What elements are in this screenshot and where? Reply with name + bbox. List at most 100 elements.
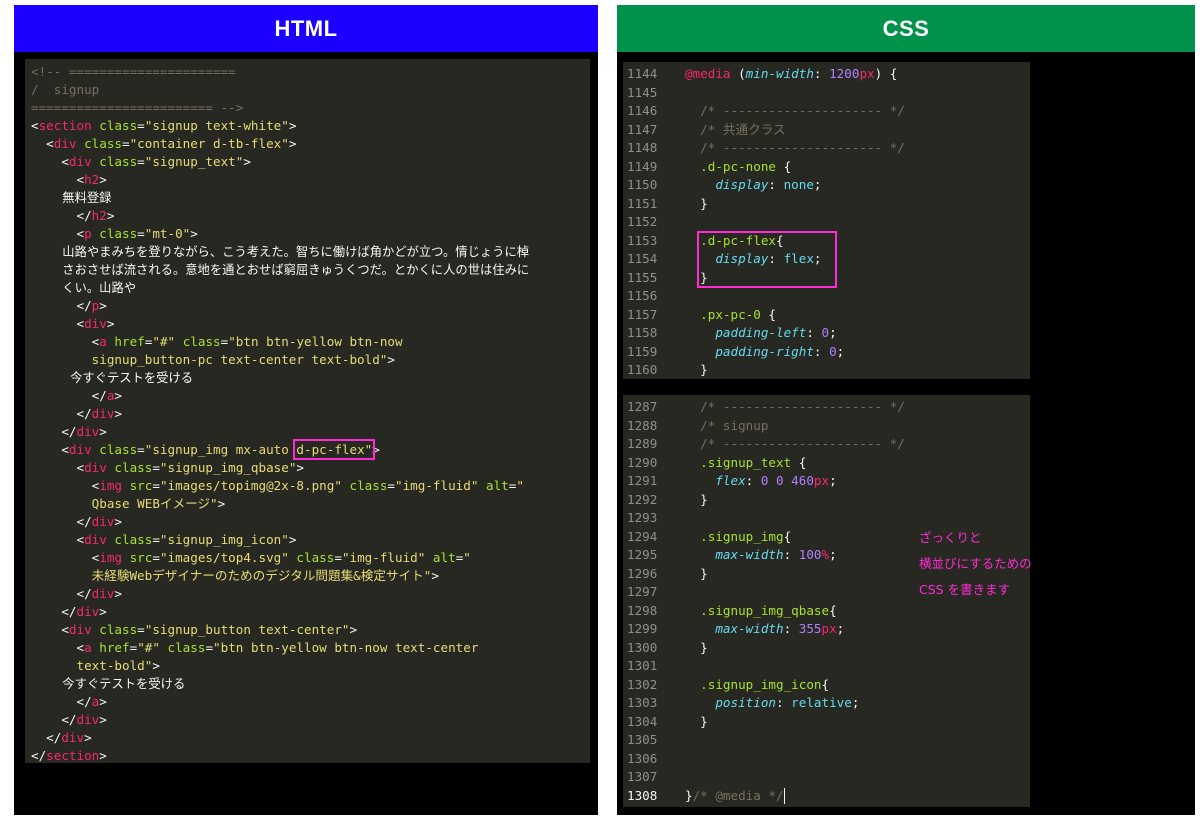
css-code-line: 1305 [623,731,1030,750]
html-code-line: くい。山路や [25,279,590,297]
code-token: } [685,565,708,581]
code-token: class [91,226,138,241]
css-code-line: 1301 [623,657,1030,676]
html-code-line: 無料登録 [25,189,590,207]
code-token: div [68,154,92,169]
code-token: img [99,550,122,565]
code-token: < [31,550,100,565]
line-number: 1144 [627,66,658,81]
line-number: 1301 [627,658,658,673]
css-code-line: 1299 max-width: 355px; [623,620,1030,639]
code-token: = [205,640,214,655]
code-token: 100 [798,547,822,562]
code-token: 1200 [829,66,860,81]
code-token: a [99,334,107,349]
code-content: } [673,491,1030,510]
line-number: 1148 [627,140,658,155]
code-token: div [84,532,107,547]
code-token: class [106,460,153,475]
code-token: ( [730,66,746,81]
code-token: class [91,118,138,133]
css-code-line: 1298 .signup_img_qbase{ [623,602,1030,621]
css-code-editor-top[interactable]: 1144 @media (min-width: 1200px) {1145 1146… [623,62,1030,379]
code-token: < [31,334,100,349]
code-token: > [217,496,226,511]
css-code-line: 1151 } [623,195,1030,214]
line-number: 1159 [627,343,658,359]
code-content: /* --------------------- */ [673,139,1030,158]
code-content: .signup_img_qbase{ [673,602,1030,621]
code-token: : [806,325,822,340]
css-code-line: 1303 position: relative; [623,694,1030,713]
code-token: "mt-0" [144,226,191,241]
code-token: ======================== --> [31,100,244,115]
code-token: < [31,172,85,187]
code-token: class [106,532,153,547]
code-token: </ [31,514,92,529]
line-number: 1297 [627,584,658,599]
code-token: : [813,66,830,81]
code-token: "signup_img mx-auto [144,442,297,457]
html-code-line: <section class="signup text-white"> [25,117,590,135]
code-token: : [783,621,799,636]
html-code-line: </h2> [25,207,590,225]
line-number: 1295 [627,547,658,562]
code-token: = [152,478,160,493]
code-token: display [685,177,769,192]
code-token: : [783,547,799,562]
code-token: 今すぐテストを受ける [31,677,186,691]
code-token: ; [813,177,822,192]
code-token: > [288,136,297,151]
line-number: 1300 [627,639,658,655]
html-code-line: <img src="images/topimg@2x-8.png" class=… [25,477,590,495]
code-token: alt [478,478,509,493]
css-code-line: 1292 } [623,491,1030,510]
code-token: max-width [685,621,784,636]
line-number: 1299 [627,621,658,636]
code-content: .signup_img_icon{ [673,676,1030,695]
code-token: = [334,550,342,565]
code-content: position: relative; [673,694,1030,713]
code-token: > [190,226,198,241]
code-token: > [152,658,160,673]
code-token: ; [836,621,845,636]
code-token: div [84,460,107,475]
code-token: > [99,298,107,313]
line-number: 1304 [627,713,658,729]
html-code-line: <div class="signup_button text-center"> [25,621,590,639]
code-token: </ [31,712,77,727]
code-token: /* --------------------- */ [685,436,905,451]
code-token: % [821,547,830,562]
html-code-line: </div> [25,423,590,441]
code-token: px [859,66,875,81]
css-code-line: 1157 .px-pc-0 { [623,306,1030,325]
html-code-line: <div class="signup_text"> [25,153,590,171]
css-code-line: 1288 /* signup [623,417,1030,436]
code-token: position [685,695,776,710]
code-token: ; [836,343,845,359]
code-token: > [288,118,297,133]
code-token: > [99,712,107,727]
html-code-line: <div class="container d-tb-flex"> [25,135,590,153]
code-token: "images/topimg@2x-8.png" [159,478,342,493]
code-token: </ [31,388,107,403]
html-code-editor[interactable]: <!-- ====================== / signup =====… [25,59,590,763]
code-token: div [76,424,100,439]
line-number: 1292 [627,491,658,507]
code-token: > [99,694,107,709]
html-code-line: <div class="signup_img_icon"> [25,531,590,549]
code-token: "btn btn-yellow btn-now [228,334,403,349]
code-token: "#" [152,334,176,349]
line-number: 1152 [627,214,658,229]
code-token: } [685,713,708,729]
code-token: > [114,586,123,601]
code-token: > [84,730,92,745]
code-token: signup_button-pc text-center text-bold" [31,352,388,367]
code-token: < [31,136,54,151]
html-code-line: text-bold"> [25,657,590,675]
code-content: display: none; [673,176,1030,195]
code-token: min-width [745,66,814,81]
line-number: 1149 [627,158,658,174]
line-number: 1154 [627,251,658,266]
html-code-line: 今すぐテストを受ける [25,369,590,387]
